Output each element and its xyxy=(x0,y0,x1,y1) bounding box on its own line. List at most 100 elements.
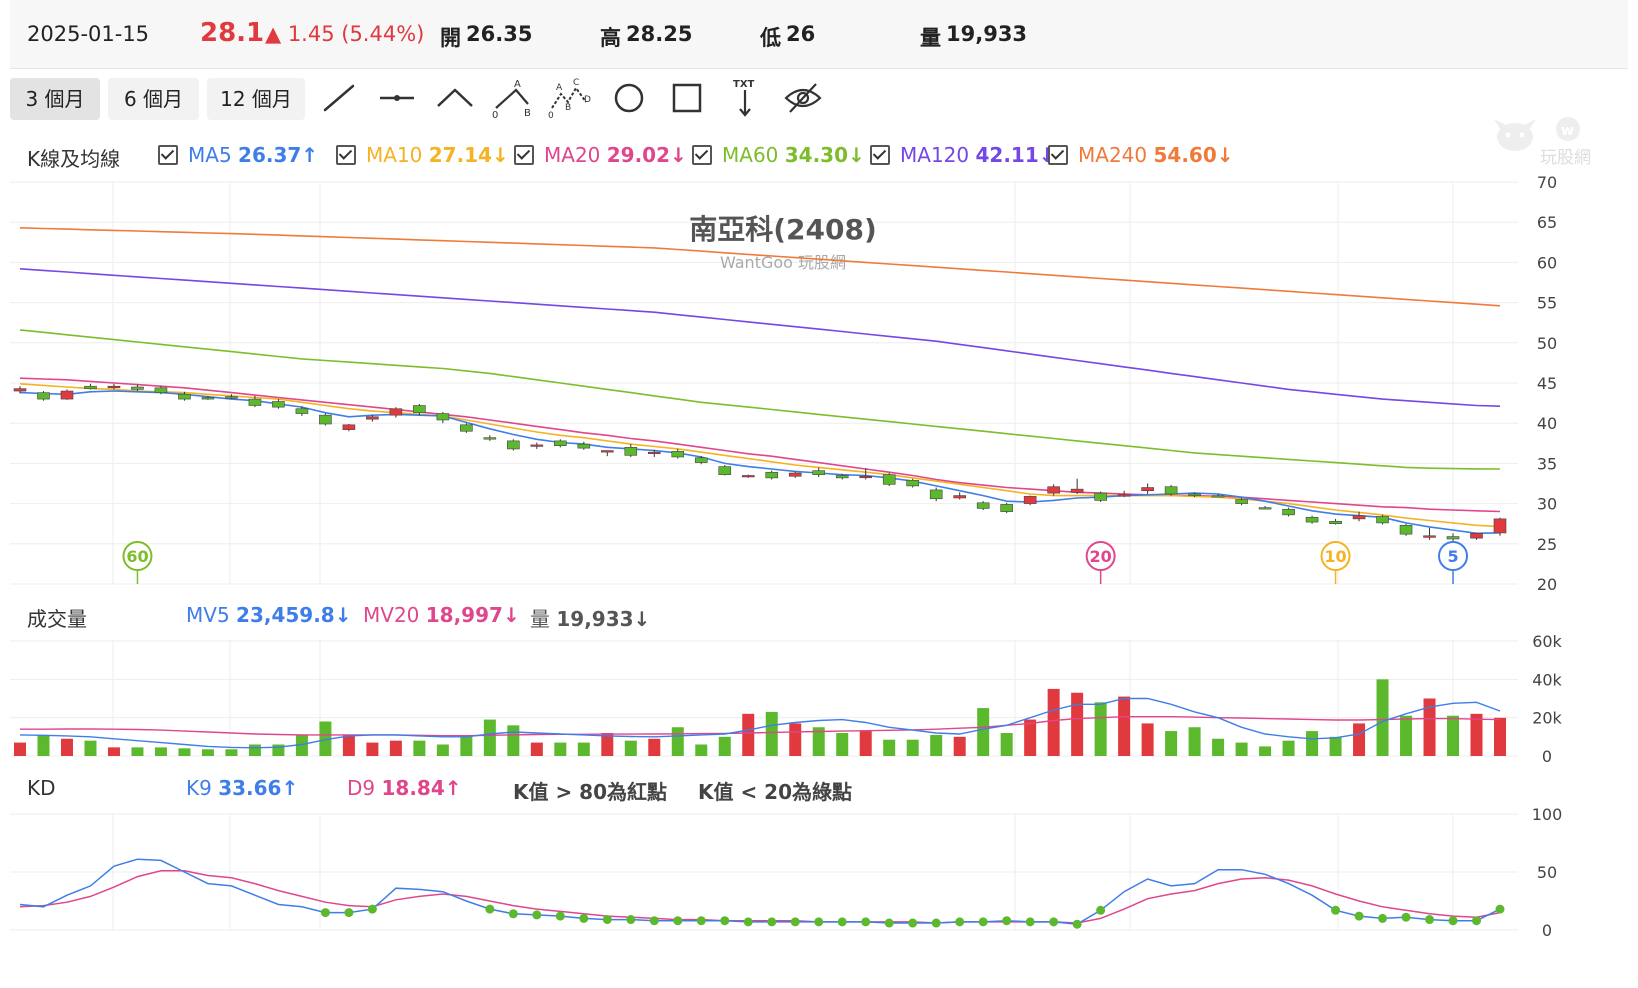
volume-bar xyxy=(789,723,802,756)
candle-body xyxy=(436,413,450,421)
candle-body xyxy=(366,416,379,420)
candle-body xyxy=(1094,492,1107,501)
candle-body xyxy=(1141,487,1154,492)
stock-chart: 南亞科(2408) WantGoo 玩股網 60 20 10 5 70 65 60 55 50… xyxy=(10,173,1563,940)
volume-bar xyxy=(1071,692,1084,756)
volume-bar xyxy=(742,713,755,756)
kd-low-dot xyxy=(344,908,354,918)
candle-body xyxy=(225,396,238,399)
price-tick-label: 40 xyxy=(1537,414,1557,433)
candle-body xyxy=(1376,516,1389,524)
candle-body xyxy=(154,387,168,393)
candle-body xyxy=(1117,494,1131,497)
kd-low-dot xyxy=(814,917,824,927)
kd-low-dot xyxy=(720,916,730,926)
candle-body xyxy=(788,472,802,477)
volume-bar xyxy=(577,742,590,756)
candle-body xyxy=(976,502,990,509)
candle-body xyxy=(953,495,966,499)
price-tick-label: 25 xyxy=(1537,535,1557,554)
volume-bar xyxy=(718,736,731,756)
candle-body xyxy=(1470,533,1483,539)
volume-bar xyxy=(648,738,661,756)
kd-low-dot xyxy=(532,910,542,920)
kd-low-dot xyxy=(602,915,612,925)
volume-bar xyxy=(37,734,50,756)
candle-body xyxy=(765,471,779,479)
candle-body xyxy=(601,450,614,453)
kd-low-dot xyxy=(696,916,706,926)
candle-body xyxy=(906,479,919,487)
candle-body xyxy=(1188,493,1201,496)
price-tick-label: 55 xyxy=(1537,294,1557,313)
volume-bar xyxy=(1494,717,1506,756)
candle-body xyxy=(342,424,356,430)
volume-bar xyxy=(366,742,379,756)
volume-bar xyxy=(1329,736,1342,756)
volume-bar xyxy=(248,744,261,756)
kd-low-dot xyxy=(1049,917,1059,927)
candle-body xyxy=(835,475,849,479)
candle-body xyxy=(201,397,215,400)
candle-body xyxy=(671,451,685,458)
volume-bar xyxy=(483,719,496,756)
candle-body xyxy=(1023,496,1037,504)
volume-bar xyxy=(389,740,402,756)
candle-body xyxy=(1070,488,1084,493)
candle-body xyxy=(929,489,943,500)
candle-body xyxy=(1282,508,1295,516)
volume-bar xyxy=(1141,723,1154,756)
candle-body xyxy=(483,437,497,440)
price-tick-label: 30 xyxy=(1537,495,1557,514)
candle-body xyxy=(577,443,591,449)
candle-body xyxy=(37,392,50,400)
volume-bar xyxy=(460,736,473,756)
volume-bar xyxy=(930,734,943,756)
kd-tick-label: 100 xyxy=(1532,805,1563,824)
candle-body xyxy=(1211,495,1225,498)
kd-low-dot xyxy=(1096,905,1106,915)
kd-low-dot xyxy=(1448,916,1458,926)
chart-title: 南亞科(2408) xyxy=(689,213,877,246)
volume-bar xyxy=(1000,733,1013,756)
volume-bar xyxy=(1282,740,1295,756)
candle-body xyxy=(13,388,27,392)
kd-low-dot xyxy=(908,918,918,928)
price-tick-label: 50 xyxy=(1537,334,1557,353)
volume-bar xyxy=(1235,742,1248,756)
volume-bar xyxy=(14,742,26,756)
marker-label: 5 xyxy=(1447,547,1458,566)
volume-bar xyxy=(1165,731,1178,756)
kd-low-dot xyxy=(861,917,871,927)
volume-bar xyxy=(131,747,144,756)
volume-bar xyxy=(178,748,191,756)
volume-bar xyxy=(953,736,966,756)
candle-body xyxy=(530,444,544,447)
candle-body xyxy=(131,386,144,390)
kd-tick-label: 0 xyxy=(1542,921,1552,940)
candle-body xyxy=(1000,504,1013,512)
candle-body xyxy=(882,474,896,485)
ma120-line xyxy=(19,268,1501,407)
volume-bar xyxy=(413,740,426,756)
kd-low-dot xyxy=(555,911,565,921)
kd-low-dot xyxy=(485,904,495,914)
volume-bar xyxy=(530,742,543,756)
volume-bar xyxy=(883,739,896,756)
chart-subtitle: WantGoo 玩股網 xyxy=(720,253,846,272)
volume-bar xyxy=(1353,723,1366,756)
kd-low-dot xyxy=(579,913,589,923)
volume-bar xyxy=(1400,715,1413,756)
volume-bar xyxy=(1306,731,1319,756)
kd-low-dot xyxy=(1002,916,1012,926)
candle-body xyxy=(1446,536,1460,540)
volume-bar xyxy=(977,708,990,756)
candle-body xyxy=(647,451,661,454)
candle-body xyxy=(1305,516,1319,523)
candle-body xyxy=(694,457,708,463)
volume-bar xyxy=(1094,702,1107,756)
candle-body xyxy=(1235,499,1248,504)
kd-low-dot xyxy=(673,916,683,926)
k9-line xyxy=(19,858,1501,925)
candle-body xyxy=(1164,486,1178,495)
